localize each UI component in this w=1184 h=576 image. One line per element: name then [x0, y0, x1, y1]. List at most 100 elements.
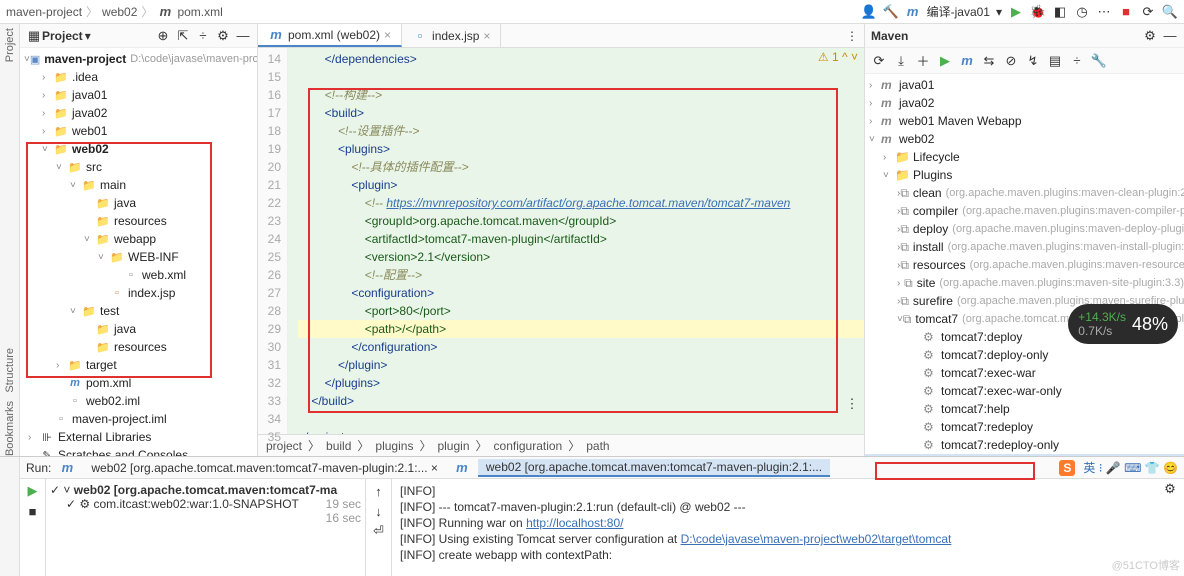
collapse-icon[interactable]: ÷ — [1069, 53, 1085, 69]
maven-tree[interactable]: ›mjava01›mjava02›mweb01 Maven Webapp˅mwe… — [865, 74, 1184, 456]
hide-icon[interactable]: — — [1162, 28, 1178, 44]
stop-icon[interactable]: ■ — [25, 503, 41, 519]
collapse-icon[interactable]: ÷ — [195, 28, 211, 44]
editor-tab[interactable]: ▫index.jsp× — [402, 24, 501, 47]
maven-item[interactable]: ›⧉install(org.apache.maven.plugins:maven… — [865, 238, 1184, 256]
tree-item[interactable]: ˅📁webapp — [20, 230, 257, 248]
tree-item[interactable]: 📁java — [20, 320, 257, 338]
down-icon[interactable]: ↓ — [371, 503, 387, 519]
maven-item[interactable]: ›mjava02 — [865, 94, 1184, 112]
maven-icon: m — [157, 4, 173, 20]
generate-icon[interactable]: ⤓ — [893, 53, 909, 69]
maven-item[interactable]: ⚙tomcat7:help — [865, 400, 1184, 418]
tree-item[interactable]: ›⊪External Libraries — [20, 428, 257, 446]
tree-item[interactable]: ˅📁main — [20, 176, 257, 194]
graph-icon[interactable]: ▤ — [1047, 53, 1063, 69]
run-icon[interactable]: ▶ — [937, 53, 953, 69]
console[interactable]: ⚙ @51CTO博客 [INFO][INFO] --- tomcat7-mave… — [392, 479, 1184, 576]
skip-tests-icon[interactable]: ⊘ — [1003, 53, 1019, 69]
structure-tool[interactable]: Structure — [4, 348, 16, 393]
tree-item[interactable]: ▫web02.iml — [20, 392, 257, 410]
editor-tab[interactable]: mpom.xml (web02)× — [258, 24, 402, 47]
tree-item[interactable]: ▫web.xml — [20, 266, 257, 284]
crumb[interactable]: path — [586, 439, 609, 453]
execute-icon[interactable]: m — [959, 53, 975, 69]
tree-item[interactable]: ›📁java02 — [20, 104, 257, 122]
wrench-icon[interactable]: 🔧 — [1091, 53, 1107, 69]
tree-item[interactable]: ▫index.jsp — [20, 284, 257, 302]
maven-item[interactable]: ›⧉site(org.apache.maven.plugins:maven-si… — [865, 274, 1184, 292]
select-target-icon[interactable]: ⊕ — [155, 28, 171, 44]
up-icon[interactable]: ↑ — [371, 483, 387, 499]
wrap-icon[interactable]: ⏎ — [371, 523, 387, 539]
tree-item[interactable]: ›📁target — [20, 356, 257, 374]
maven-item[interactable]: ›⧉clean(org.apache.maven.plugins:maven-c… — [865, 184, 1184, 202]
maven-item[interactable]: ›mweb01 Maven Webapp — [865, 112, 1184, 130]
crumb[interactable]: plugins — [375, 439, 413, 453]
maven-item[interactable]: ⚙tomcat7:redeploy — [865, 418, 1184, 436]
run-tab[interactable]: web02 [org.apache.tomcat.maven:tomcat7-m… — [83, 460, 446, 476]
tree-item[interactable]: mpom.xml — [20, 374, 257, 392]
maven-item[interactable]: ˅📁Plugins — [865, 166, 1184, 184]
update-icon[interactable]: ⟳ — [1140, 4, 1156, 20]
crumb[interactable]: build — [326, 439, 351, 453]
crumb[interactable]: maven-project — [6, 5, 82, 19]
user-icon[interactable]: 👤 — [861, 4, 877, 20]
maven-item[interactable]: ⚙tomcat7:redeploy-only — [865, 436, 1184, 454]
tree-item[interactable]: ˅📁src — [20, 158, 257, 176]
settings-icon[interactable]: ⚙ — [1162, 481, 1178, 497]
project-tool[interactable]: Project — [4, 28, 16, 62]
tree-item[interactable]: ˅📁WEB-INF — [20, 248, 257, 266]
tree-item[interactable]: 📁java — [20, 194, 257, 212]
tree-item[interactable]: ▫maven-project.iml — [20, 410, 257, 428]
rerun-icon[interactable]: ▶ — [25, 483, 41, 499]
bookmarks-tool[interactable]: Bookmarks — [4, 401, 16, 456]
maven-item[interactable]: ›mjava01 — [865, 76, 1184, 94]
maven-item[interactable]: ⚙tomcat7:exec-war-only — [865, 382, 1184, 400]
toggle-icon[interactable]: ⇆ — [981, 53, 997, 69]
search-icon[interactable]: 🔍 — [1162, 4, 1178, 20]
debug-icon[interactable]: 🐞 — [1030, 4, 1046, 20]
menu-icon[interactable]: ⋮ — [844, 396, 860, 412]
hide-icon[interactable]: — — [235, 28, 251, 44]
tree-item[interactable]: ›📁java01 — [20, 86, 257, 104]
profile-icon[interactable]: ◷ — [1074, 4, 1090, 20]
tree-item[interactable]: ›📁.idea — [20, 68, 257, 86]
maven-item[interactable]: ⚙tomcat7:exec-war — [865, 364, 1184, 382]
tree-item[interactable]: ˅📁test — [20, 302, 257, 320]
run-icon[interactable]: ▶ — [1008, 4, 1024, 20]
maven-item[interactable]: ›⧉compiler(org.apache.maven.plugins:mave… — [865, 202, 1184, 220]
offline-icon[interactable]: ↯ — [1025, 53, 1041, 69]
maven-item[interactable]: ›📁Lifecycle — [865, 148, 1184, 166]
crumb[interactable]: configuration — [494, 439, 563, 453]
tree-item[interactable]: ✎Scratches and Consoles — [20, 446, 257, 456]
attach-icon[interactable]: ⋯ — [1096, 4, 1112, 20]
top-bar: maven-project〉 web02〉 m pom.xml 👤 🔨 m 编译… — [0, 0, 1184, 24]
settings-icon[interactable]: ⚙ — [215, 28, 231, 44]
crumb[interactable]: plugin — [437, 439, 469, 453]
tree-item[interactable]: 📁resources — [20, 212, 257, 230]
tree-item[interactable]: 📁resources — [20, 338, 257, 356]
run-tab[interactable]: web02 [org.apache.tomcat.maven:tomcat7-m… — [478, 459, 830, 477]
run-tree[interactable]: ✓ ˅ web02 [org.apache.tomcat.maven:tomca… — [46, 479, 366, 576]
maven-item[interactable]: ⚙tomcat7:run — [865, 454, 1184, 456]
add-icon[interactable]: ＋ — [915, 53, 931, 69]
code-area[interactable]: </dependencies> <!--构建--> <build> <!--设置… — [288, 48, 864, 434]
tree-item[interactable]: ˅📁web02 — [20, 140, 257, 158]
maven-item[interactable]: ˅mweb02 — [865, 130, 1184, 148]
coverage-icon[interactable]: ◧ — [1052, 4, 1068, 20]
tree-item[interactable]: ›📁web01 — [20, 122, 257, 140]
reload-icon[interactable]: ⟳ — [871, 53, 887, 69]
hammer-icon[interactable]: 🔨 — [883, 4, 899, 20]
stop-icon[interactable]: ■ — [1118, 4, 1134, 20]
maven-item[interactable]: ⚙tomcat7:deploy-only — [865, 346, 1184, 364]
settings-icon[interactable]: ⚙ — [1142, 28, 1158, 44]
run-config[interactable]: 编译-java01 — [927, 3, 990, 20]
maven-item[interactable]: ›⧉resources(org.apache.maven.plugins:mav… — [865, 256, 1184, 274]
expand-icon[interactable]: ⇱ — [175, 28, 191, 44]
warning-icon[interactable]: ⚠ 1 ^ ˅ — [818, 50, 858, 64]
maven-item[interactable]: ›⧉deploy(org.apache.maven.plugins:maven-… — [865, 220, 1184, 238]
project-tree[interactable]: ˅▣ maven-project D:\code\javase\maven-pr… — [20, 48, 257, 456]
crumb[interactable]: web02 — [102, 5, 137, 19]
crumb[interactable]: pom.xml — [177, 5, 222, 19]
